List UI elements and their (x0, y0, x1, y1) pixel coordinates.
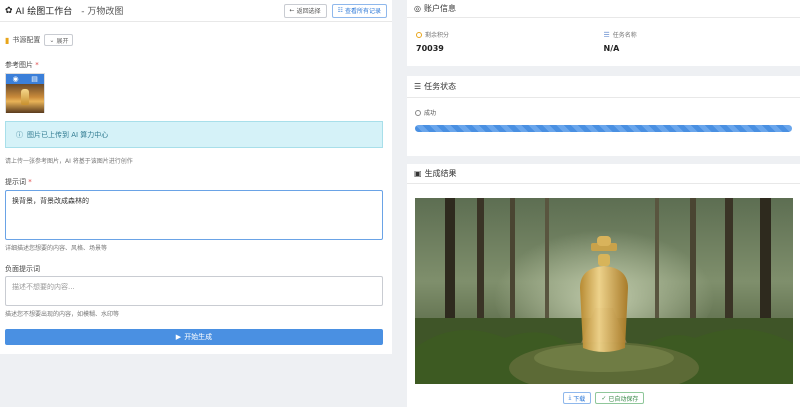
task-name-stat: ☰ 任务名称 N/A (603, 30, 792, 54)
auto-saved-badge: ✓ 已自动保存 (595, 392, 645, 404)
task-status-text: 成功 (415, 108, 800, 117)
upload-info-banner: ⓘ 图片已上传到 AI 算力中心 (5, 121, 383, 148)
settings-label: ▮ 书源配置 (5, 35, 41, 45)
chart-icon: ▮ (5, 35, 10, 45)
negative-prompt-hint: 描述您不想要出现的内容，如模糊、水印等 (5, 311, 120, 318)
account-card: ◎ 账户信息 剩余积分 70039 ☰ 任务名称 N/A (407, 0, 800, 66)
back-button[interactable]: ← 返回选择 (283, 3, 327, 18)
account-card-header: ◎ 账户信息 (407, 0, 800, 18)
arrow-left-icon: ← (289, 7, 295, 14)
page-title: ✿ AI 绘图工作台 - 万物改图 (5, 5, 124, 18)
prompt-label: 提示词 * (5, 178, 32, 186)
prompt-hint: 详细描述您想要的内容、风格、场景等 (5, 245, 108, 252)
upload-hint: 请上传一张参考图片，AI 将基于该图片进行创作 (5, 158, 133, 165)
balance-value: 70039 (416, 44, 444, 53)
play-icon: ▶ (175, 333, 182, 341)
task-status-header: ☰ 任务状态 (407, 76, 800, 98)
list-icon: ☰ (603, 30, 610, 39)
trash-icon[interactable]: ▤ (25, 74, 44, 84)
page-header: ✿ AI 绘图工作台 - 万物改图 ← 返回选择 ☷ 查看所有记录 (0, 0, 392, 22)
info-icon: ⓘ (16, 130, 23, 139)
page-subtitle: - 万物改图 (81, 7, 124, 17)
generate-button[interactable]: ▶ 开始生成 (5, 329, 383, 345)
download-icon: ⤓ (568, 394, 572, 401)
list-icon: ☰ (414, 82, 422, 91)
reference-image (6, 84, 44, 113)
task-status-card: ☰ 任务状态 成功 (407, 76, 800, 156)
chevron-down-icon: ⌄ (49, 36, 55, 44)
balance-stat: 剩余积分 70039 (416, 30, 604, 53)
result-image (415, 198, 793, 384)
palette-icon: ✿ (5, 5, 13, 16)
image-icon: ▣ (414, 169, 422, 178)
history-button[interactable]: ☷ 查看所有记录 (331, 3, 387, 18)
prompt-textarea[interactable]: 换背景，背景改成森林的 (5, 190, 383, 240)
reference-label: 参考图片 * (5, 61, 39, 69)
user-icon: ◎ (414, 4, 421, 13)
expand-button[interactable]: ⌄ 展开 (44, 34, 74, 46)
negative-prompt-textarea[interactable]: 描述不想要的内容... (5, 276, 383, 306)
reference-thumbnail: ◉ ▤ (5, 73, 45, 113)
result-card: ▣ 生成结果 ⤓ 下载 ✓ 已自动保存 (407, 164, 800, 407)
left-panel: ✿ AI 绘图工作台 - 万物改图 ← 返回选择 ☷ 查看所有记录 ▮ 书源配置… (0, 0, 392, 354)
task-name-value: N/A (603, 44, 620, 53)
eye-icon[interactable]: ◉ (6, 74, 25, 84)
coin-icon (416, 31, 422, 38)
progress-bar (415, 125, 792, 132)
check-circle-icon: ✓ (601, 394, 607, 402)
download-button[interactable]: ⤓ 下载 (562, 392, 592, 404)
settings-row: ▮ 书源配置 ⌄ 展开 (5, 34, 74, 46)
result-header: ▣ 生成结果 (407, 164, 800, 184)
negative-prompt-label: 负面提示词 (5, 265, 40, 273)
check-circle-icon (415, 109, 421, 116)
list-icon: ☷ (337, 7, 343, 14)
